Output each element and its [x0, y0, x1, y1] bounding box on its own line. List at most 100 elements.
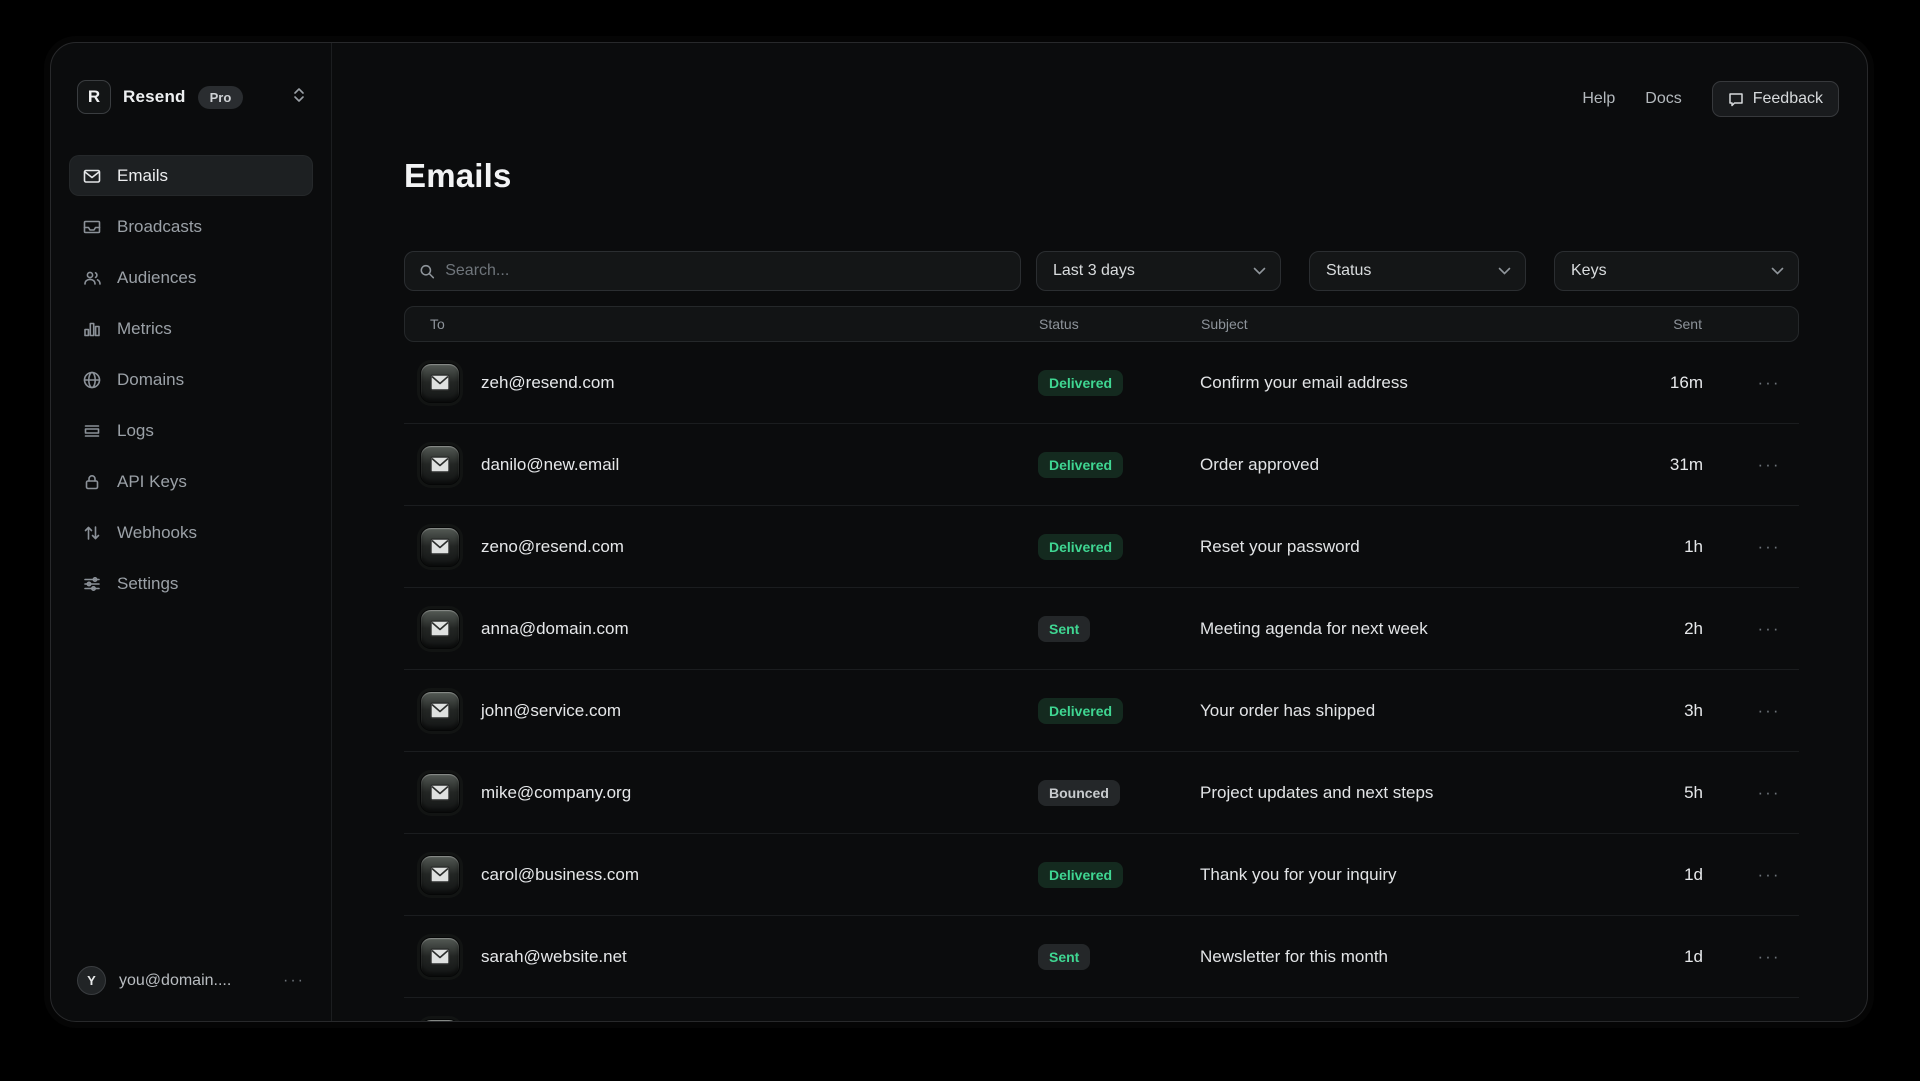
app-window: R Resend Pro Emails Broadcasts Audiences: [50, 42, 1868, 1022]
status-badge: Bounced: [1038, 780, 1120, 806]
sidebar-nav: Emails Broadcasts Audiences Metrics Doma…: [69, 155, 313, 604]
sidebar-item-webhooks[interactable]: Webhooks: [69, 512, 313, 553]
chevron-down-icon: [1498, 267, 1511, 275]
sidebar-item-label: Domains: [117, 370, 184, 390]
feedback-button[interactable]: Feedback: [1712, 81, 1839, 117]
sidebar-item-label: Settings: [117, 574, 178, 594]
status-badge: Delivered: [1038, 370, 1123, 396]
ellipsis-icon: ···: [1758, 783, 1781, 802]
search-input[interactable]: [445, 262, 1006, 280]
row-menu-button[interactable]: ···: [1739, 783, 1799, 803]
sent-time: 1d: [1599, 947, 1739, 967]
sent-time: 5h: [1599, 783, 1739, 803]
row-menu-button[interactable]: ···: [1739, 455, 1799, 475]
status-badge: Delivered: [1038, 698, 1123, 724]
recipient-email: john@service.com: [481, 701, 621, 721]
ellipsis-icon: ···: [1758, 701, 1781, 720]
chevron-down-icon: [1253, 267, 1266, 275]
row-menu-button[interactable]: ···: [1739, 373, 1799, 393]
row-menu-button[interactable]: ···: [1739, 947, 1799, 967]
user-account[interactable]: Y you@domain.... ···: [69, 966, 313, 995]
email-subject: Project updates and next steps: [1200, 783, 1599, 803]
user-email: you@domain....: [119, 972, 231, 990]
plan-badge: Pro: [198, 86, 244, 109]
ellipsis-icon: ···: [1758, 619, 1781, 638]
filter-row: Last 3 days Status Keys: [404, 251, 1799, 291]
sidebar-item-emails[interactable]: Emails: [69, 155, 313, 196]
sent-time: 1h: [1599, 537, 1739, 557]
row-menu-button[interactable]: ···: [1739, 537, 1799, 557]
page-title: Emails: [404, 157, 1799, 195]
logo-letter: R: [88, 87, 100, 107]
table-row[interactable]: Delivered ···: [404, 998, 1799, 1022]
table-header: To Status Subject Sent: [404, 306, 1799, 342]
email-subject: Meeting agenda for next week: [1200, 619, 1599, 639]
envelope-icon: [420, 1019, 460, 1023]
table-row[interactable]: carol@business.com Delivered Thank you f…: [404, 834, 1799, 916]
sidebar: R Resend Pro Emails Broadcasts Audiences: [51, 43, 332, 1021]
envelope-icon: [420, 937, 460, 977]
column-header-subject: Subject: [1201, 316, 1598, 332]
logs-icon: [82, 421, 102, 441]
table-row[interactable]: john@service.com Delivered Your order ha…: [404, 670, 1799, 752]
sidebar-item-domains[interactable]: Domains: [69, 359, 313, 400]
status-select[interactable]: Status: [1309, 251, 1526, 291]
sidebar-item-label: Audiences: [117, 268, 196, 288]
email-subject: Newsletter for this month: [1200, 947, 1599, 967]
sidebar-item-label: Metrics: [117, 319, 172, 339]
table-body: zeh@resend.com Delivered Confirm your em…: [404, 342, 1799, 1022]
date-range-select[interactable]: Last 3 days: [1036, 251, 1281, 291]
email-subject: Your order has shipped: [1200, 701, 1599, 721]
column-header-sent: Sent: [1598, 316, 1738, 332]
help-link[interactable]: Help: [1582, 90, 1615, 108]
arrows-up-down-icon: [82, 523, 102, 543]
recipient-email: anna@domain.com: [481, 619, 629, 639]
ellipsis-icon: ···: [1758, 537, 1781, 556]
envelope-icon: [420, 773, 460, 813]
top-actions: Help Docs Feedback: [1582, 81, 1839, 117]
globe-icon: [82, 370, 102, 390]
sidebar-item-label: Emails: [117, 166, 168, 186]
sidebar-item-api-keys[interactable]: API Keys: [69, 461, 313, 502]
chevron-updown-icon: [293, 87, 305, 108]
table-row[interactable]: zeh@resend.com Delivered Confirm your em…: [404, 342, 1799, 424]
row-menu-button[interactable]: ···: [1739, 701, 1799, 721]
main-content: Help Docs Feedback Emails Last 3 days St…: [332, 43, 1867, 1021]
workspace-switcher[interactable]: R Resend Pro: [69, 77, 313, 117]
table-row[interactable]: mike@company.org Bounced Project updates…: [404, 752, 1799, 834]
table-row[interactable]: zeno@resend.com Delivered Reset your pas…: [404, 506, 1799, 588]
recipient-email: zeno@resend.com: [481, 537, 624, 557]
row-menu-button[interactable]: ···: [1739, 619, 1799, 639]
table-row[interactable]: sarah@website.net Sent Newsletter for th…: [404, 916, 1799, 998]
sidebar-item-broadcasts[interactable]: Broadcasts: [69, 206, 313, 247]
keys-value: Keys: [1571, 262, 1607, 280]
search-box: [404, 251, 1021, 291]
sliders-icon: [82, 574, 102, 594]
user-menu-ellipsis-icon[interactable]: ···: [283, 972, 305, 990]
sidebar-item-label: API Keys: [117, 472, 187, 492]
sidebar-item-audiences[interactable]: Audiences: [69, 257, 313, 298]
recipient-email: sarah@website.net: [481, 947, 627, 967]
recipient-email: carol@business.com: [481, 865, 639, 885]
date-range-value: Last 3 days: [1053, 262, 1135, 280]
keys-select[interactable]: Keys: [1554, 251, 1799, 291]
status-badge: Sent: [1038, 944, 1090, 970]
email-subject: Thank you for your inquiry: [1200, 865, 1599, 885]
status-value: Status: [1326, 262, 1371, 280]
table-row[interactable]: anna@domain.com Sent Meeting agenda for …: [404, 588, 1799, 670]
bar-chart-icon: [82, 319, 102, 339]
avatar: Y: [77, 966, 106, 995]
recipient-email: zeh@resend.com: [481, 373, 615, 393]
sidebar-item-metrics[interactable]: Metrics: [69, 308, 313, 349]
recipient-email: danilo@new.email: [481, 455, 619, 475]
ellipsis-icon: ···: [1758, 373, 1781, 392]
table-row[interactable]: danilo@new.email Delivered Order approve…: [404, 424, 1799, 506]
status-badge: Delivered: [1038, 452, 1123, 478]
email-subject: Reset your password: [1200, 537, 1599, 557]
email-subject: Confirm your email address: [1200, 373, 1599, 393]
sidebar-item-logs[interactable]: Logs: [69, 410, 313, 451]
envelope-icon: [420, 363, 460, 403]
row-menu-button[interactable]: ···: [1739, 865, 1799, 885]
docs-link[interactable]: Docs: [1645, 90, 1681, 108]
sidebar-item-settings[interactable]: Settings: [69, 563, 313, 604]
